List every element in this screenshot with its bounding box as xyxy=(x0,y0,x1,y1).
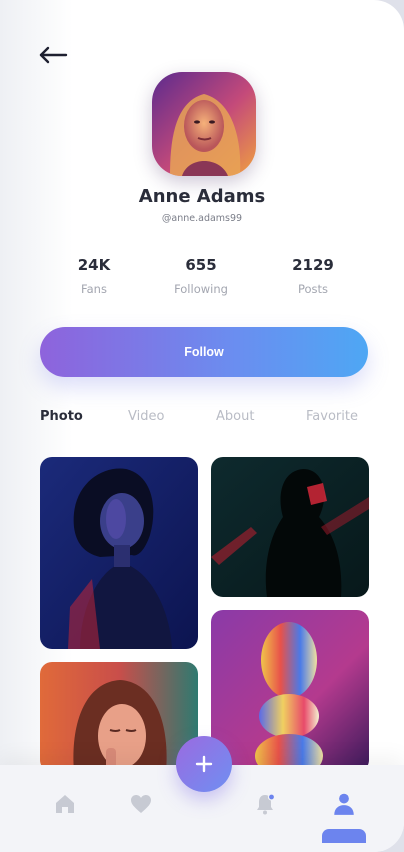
stat-following: 655 Following xyxy=(151,256,251,296)
back-button[interactable] xyxy=(38,42,70,68)
stat-posts: 2129 Posts xyxy=(263,256,363,296)
home-icon xyxy=(56,795,74,813)
stat-value: 655 xyxy=(185,256,217,274)
plus-icon xyxy=(195,755,213,773)
stat-label: Posts xyxy=(297,282,329,296)
photo-thumbnail[interactable] xyxy=(40,662,198,772)
heart-icon xyxy=(131,795,151,813)
stat-label: Fans xyxy=(81,282,107,296)
stat-value: 24K xyxy=(77,256,111,274)
nav-favorites[interactable] xyxy=(126,789,156,819)
nav-notifications[interactable] xyxy=(250,789,280,819)
tab-video[interactable]: Video xyxy=(128,409,164,424)
photo-thumbnail[interactable] xyxy=(211,610,369,772)
stat-value: 2129 xyxy=(292,256,334,274)
nav-profile[interactable] xyxy=(329,789,359,819)
stat-label: Following xyxy=(174,282,228,296)
avatar xyxy=(152,72,256,176)
bell-icon xyxy=(257,793,276,815)
profile-handle: @anne.adams99 xyxy=(161,213,243,224)
profile-name: Anne Adams xyxy=(138,186,266,207)
follow-button[interactable]: Follow xyxy=(40,327,368,377)
tab-about[interactable]: About xyxy=(216,409,254,424)
nav-home[interactable] xyxy=(50,789,80,819)
photo-thumbnail[interactable] xyxy=(40,457,198,649)
user-icon xyxy=(334,793,354,815)
tab-photo[interactable]: Photo xyxy=(40,409,83,424)
add-post-button[interactable] xyxy=(176,736,232,792)
back-arrow-icon xyxy=(39,46,68,64)
photo-thumbnail[interactable] xyxy=(211,457,369,597)
stat-fans: 24K Fans xyxy=(44,256,144,296)
profile-screen: Anne Adams @anne.adams99 24K Fans 655 Fo… xyxy=(0,0,404,852)
active-tab-indicator xyxy=(322,829,366,843)
tab-favorite[interactable]: Favorite xyxy=(306,409,358,424)
